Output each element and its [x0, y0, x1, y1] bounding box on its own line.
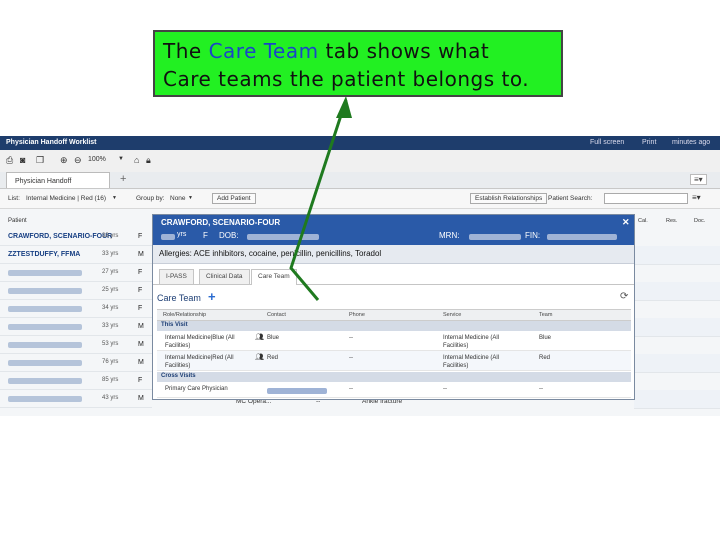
callout-arrow	[289, 96, 352, 301]
